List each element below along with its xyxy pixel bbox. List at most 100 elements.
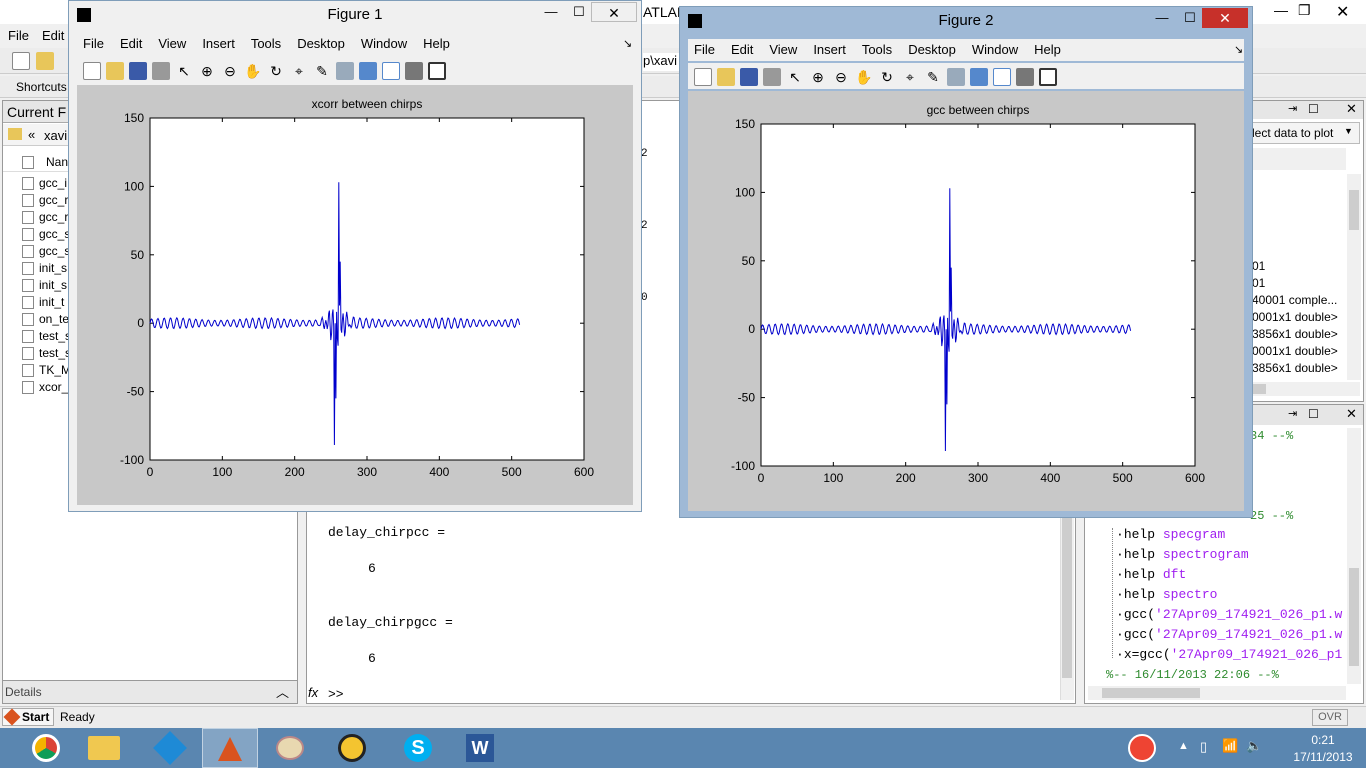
workspace-vscroll-thumb[interactable] xyxy=(1349,190,1359,230)
details-bar[interactable] xyxy=(2,680,298,704)
history-hscroll-thumb[interactable] xyxy=(1102,688,1200,698)
list-item[interactable]: init_s xyxy=(22,260,68,277)
history-item[interactable]: ·help specgram xyxy=(1116,525,1348,545)
rotate-icon[interactable]: ↻ xyxy=(878,68,896,86)
undock-icon[interactable]: ⇥ xyxy=(1288,407,1297,420)
list-item[interactable]: init_t xyxy=(22,294,68,311)
colorbar-icon[interactable] xyxy=(359,61,377,80)
history-item[interactable]: ·x=gcc('27Apr09_174921_026_p1 xyxy=(1116,645,1348,665)
chrome-taskbar-button[interactable] xyxy=(18,728,74,768)
list-item[interactable]: gcc_r xyxy=(22,209,68,226)
clock-date[interactable]: 17/11/2013 xyxy=(1292,750,1354,764)
menu-insert[interactable]: Insert xyxy=(202,33,235,55)
history-vscroll-thumb[interactable] xyxy=(1349,568,1359,666)
hide-tools-icon[interactable] xyxy=(405,61,423,80)
maximize-panel-icon[interactable]: ☐ xyxy=(1308,102,1319,116)
save-icon[interactable] xyxy=(740,67,758,86)
network-icon[interactable]: 📶 xyxy=(1222,738,1238,754)
fx-icon[interactable]: fx xyxy=(308,685,318,700)
show-hidden-icons[interactable]: ▲ xyxy=(1178,740,1189,752)
minimize-button[interactable]: — xyxy=(543,5,559,19)
menu-help[interactable]: Help xyxy=(1034,39,1061,61)
dock-arrow-icon[interactable]: ↘ xyxy=(1234,43,1243,56)
zoom-out-icon[interactable]: ⊖ xyxy=(832,68,850,86)
zoom-in-icon[interactable]: ⊕ xyxy=(198,62,216,80)
menu-file[interactable]: File xyxy=(83,33,104,55)
command-prompt[interactable]: >> xyxy=(328,687,344,702)
chevron-up-icon[interactable]: ︿ xyxy=(276,682,289,701)
word-taskbar-button[interactable]: W xyxy=(452,728,508,768)
list-item[interactable]: gcc_i xyxy=(22,175,68,192)
hide-tools-icon[interactable] xyxy=(1016,67,1034,86)
pan-icon[interactable]: ✋ xyxy=(244,62,262,80)
volume-icon[interactable]: 🔈 xyxy=(1246,738,1262,754)
pointer-icon[interactable]: ↖ xyxy=(175,62,193,80)
close-button[interactable]: ✕ xyxy=(591,2,637,22)
back-chevron-icon[interactable]: « xyxy=(28,127,35,142)
dock-arrow-icon[interactable]: ↘ xyxy=(623,37,632,50)
data-cursor-icon[interactable]: ⌖ xyxy=(901,68,919,86)
minimize-button[interactable]: — xyxy=(1154,11,1170,25)
history-item[interactable]: ·gcc('27Apr09_174921_026_p1.w xyxy=(1116,605,1348,625)
legend-icon[interactable] xyxy=(382,61,400,80)
paint-taskbar-button[interactable] xyxy=(262,728,318,768)
maximize-button[interactable]: ☐ xyxy=(571,5,587,19)
menu-tools[interactable]: Tools xyxy=(251,33,281,55)
menu-edit[interactable]: Edit xyxy=(731,39,753,61)
link-icon[interactable] xyxy=(336,61,354,80)
workspace-row[interactable]: 3856x1 double> xyxy=(1252,361,1338,375)
audio-taskbar-button[interactable] xyxy=(324,728,380,768)
link-icon[interactable] xyxy=(947,67,965,86)
new-file-icon[interactable] xyxy=(12,52,30,70)
workspace-row[interactable]: 0001x1 double> xyxy=(1252,310,1338,324)
history-item[interactable]: ·help spectro xyxy=(1116,585,1348,605)
zoom-out-icon[interactable]: ⊖ xyxy=(221,62,239,80)
zoom-in-icon[interactable]: ⊕ xyxy=(809,68,827,86)
main-menu-edit[interactable]: Edit xyxy=(42,28,64,43)
new-figure-icon[interactable] xyxy=(694,67,712,86)
brush-icon[interactable]: ✎ xyxy=(313,62,331,80)
list-item[interactable]: on_te xyxy=(22,311,68,328)
dropbox-taskbar-button[interactable] xyxy=(142,728,198,768)
workspace-row[interactable]: 01 xyxy=(1252,259,1265,273)
menu-window[interactable]: Window xyxy=(361,33,407,55)
list-item[interactable]: test_s xyxy=(22,345,68,362)
maximize-panel-icon[interactable]: ☐ xyxy=(1308,407,1319,421)
maximize-button[interactable]: ☐ xyxy=(1182,11,1198,25)
chevron-down-icon[interactable]: ▼ xyxy=(1344,126,1353,136)
show-tools-icon[interactable] xyxy=(1039,67,1057,86)
open-file-icon[interactable] xyxy=(717,67,735,86)
pointer-icon[interactable]: ↖ xyxy=(786,68,804,86)
folder-path-text[interactable]: xavi xyxy=(44,128,67,143)
print-icon[interactable] xyxy=(152,61,170,80)
shortcuts-label[interactable]: Shortcuts xyxy=(16,80,67,94)
menu-edit[interactable]: Edit xyxy=(120,33,142,55)
workspace-row[interactable]: 3856x1 double> xyxy=(1252,327,1338,341)
new-figure-icon[interactable] xyxy=(83,61,101,80)
menu-desktop[interactable]: Desktop xyxy=(908,39,956,61)
close-panel-icon[interactable]: ✕ xyxy=(1346,406,1357,422)
list-item[interactable]: gcc_s xyxy=(22,243,68,260)
close-panel-icon[interactable]: ✕ xyxy=(1346,101,1357,117)
menu-view[interactable]: View xyxy=(769,39,797,61)
main-close-button[interactable]: ✕ xyxy=(1336,2,1349,22)
menu-insert[interactable]: Insert xyxy=(813,39,846,61)
undock-icon[interactable]: ⇥ xyxy=(1288,102,1297,115)
list-item[interactable]: test_s xyxy=(22,328,68,345)
workspace-row[interactable]: 01 xyxy=(1252,276,1265,290)
main-minimize-button[interactable]: — xyxy=(1274,2,1288,18)
open-folder-icon[interactable] xyxy=(36,52,54,70)
brush-icon[interactable]: ✎ xyxy=(924,68,942,86)
menu-file[interactable]: File xyxy=(694,39,715,61)
workspace-row[interactable]: 40001 comple... xyxy=(1252,293,1337,307)
open-file-icon[interactable] xyxy=(106,61,124,80)
clock-time[interactable]: 0:21 xyxy=(1292,733,1354,747)
figure1-window[interactable]: Figure 1 — ☐ ✕ File Edit View Insert Tools De… xyxy=(68,0,642,512)
skype-taskbar-button[interactable]: S xyxy=(390,728,446,768)
list-item[interactable]: xcor_ xyxy=(22,379,68,396)
pan-icon[interactable]: ✋ xyxy=(855,68,873,86)
explorer-taskbar-button[interactable] xyxy=(76,728,132,768)
menu-help[interactable]: Help xyxy=(423,33,450,55)
list-item[interactable]: init_s xyxy=(22,277,68,294)
main-path-fragment[interactable]: p\xavi xyxy=(643,53,683,71)
